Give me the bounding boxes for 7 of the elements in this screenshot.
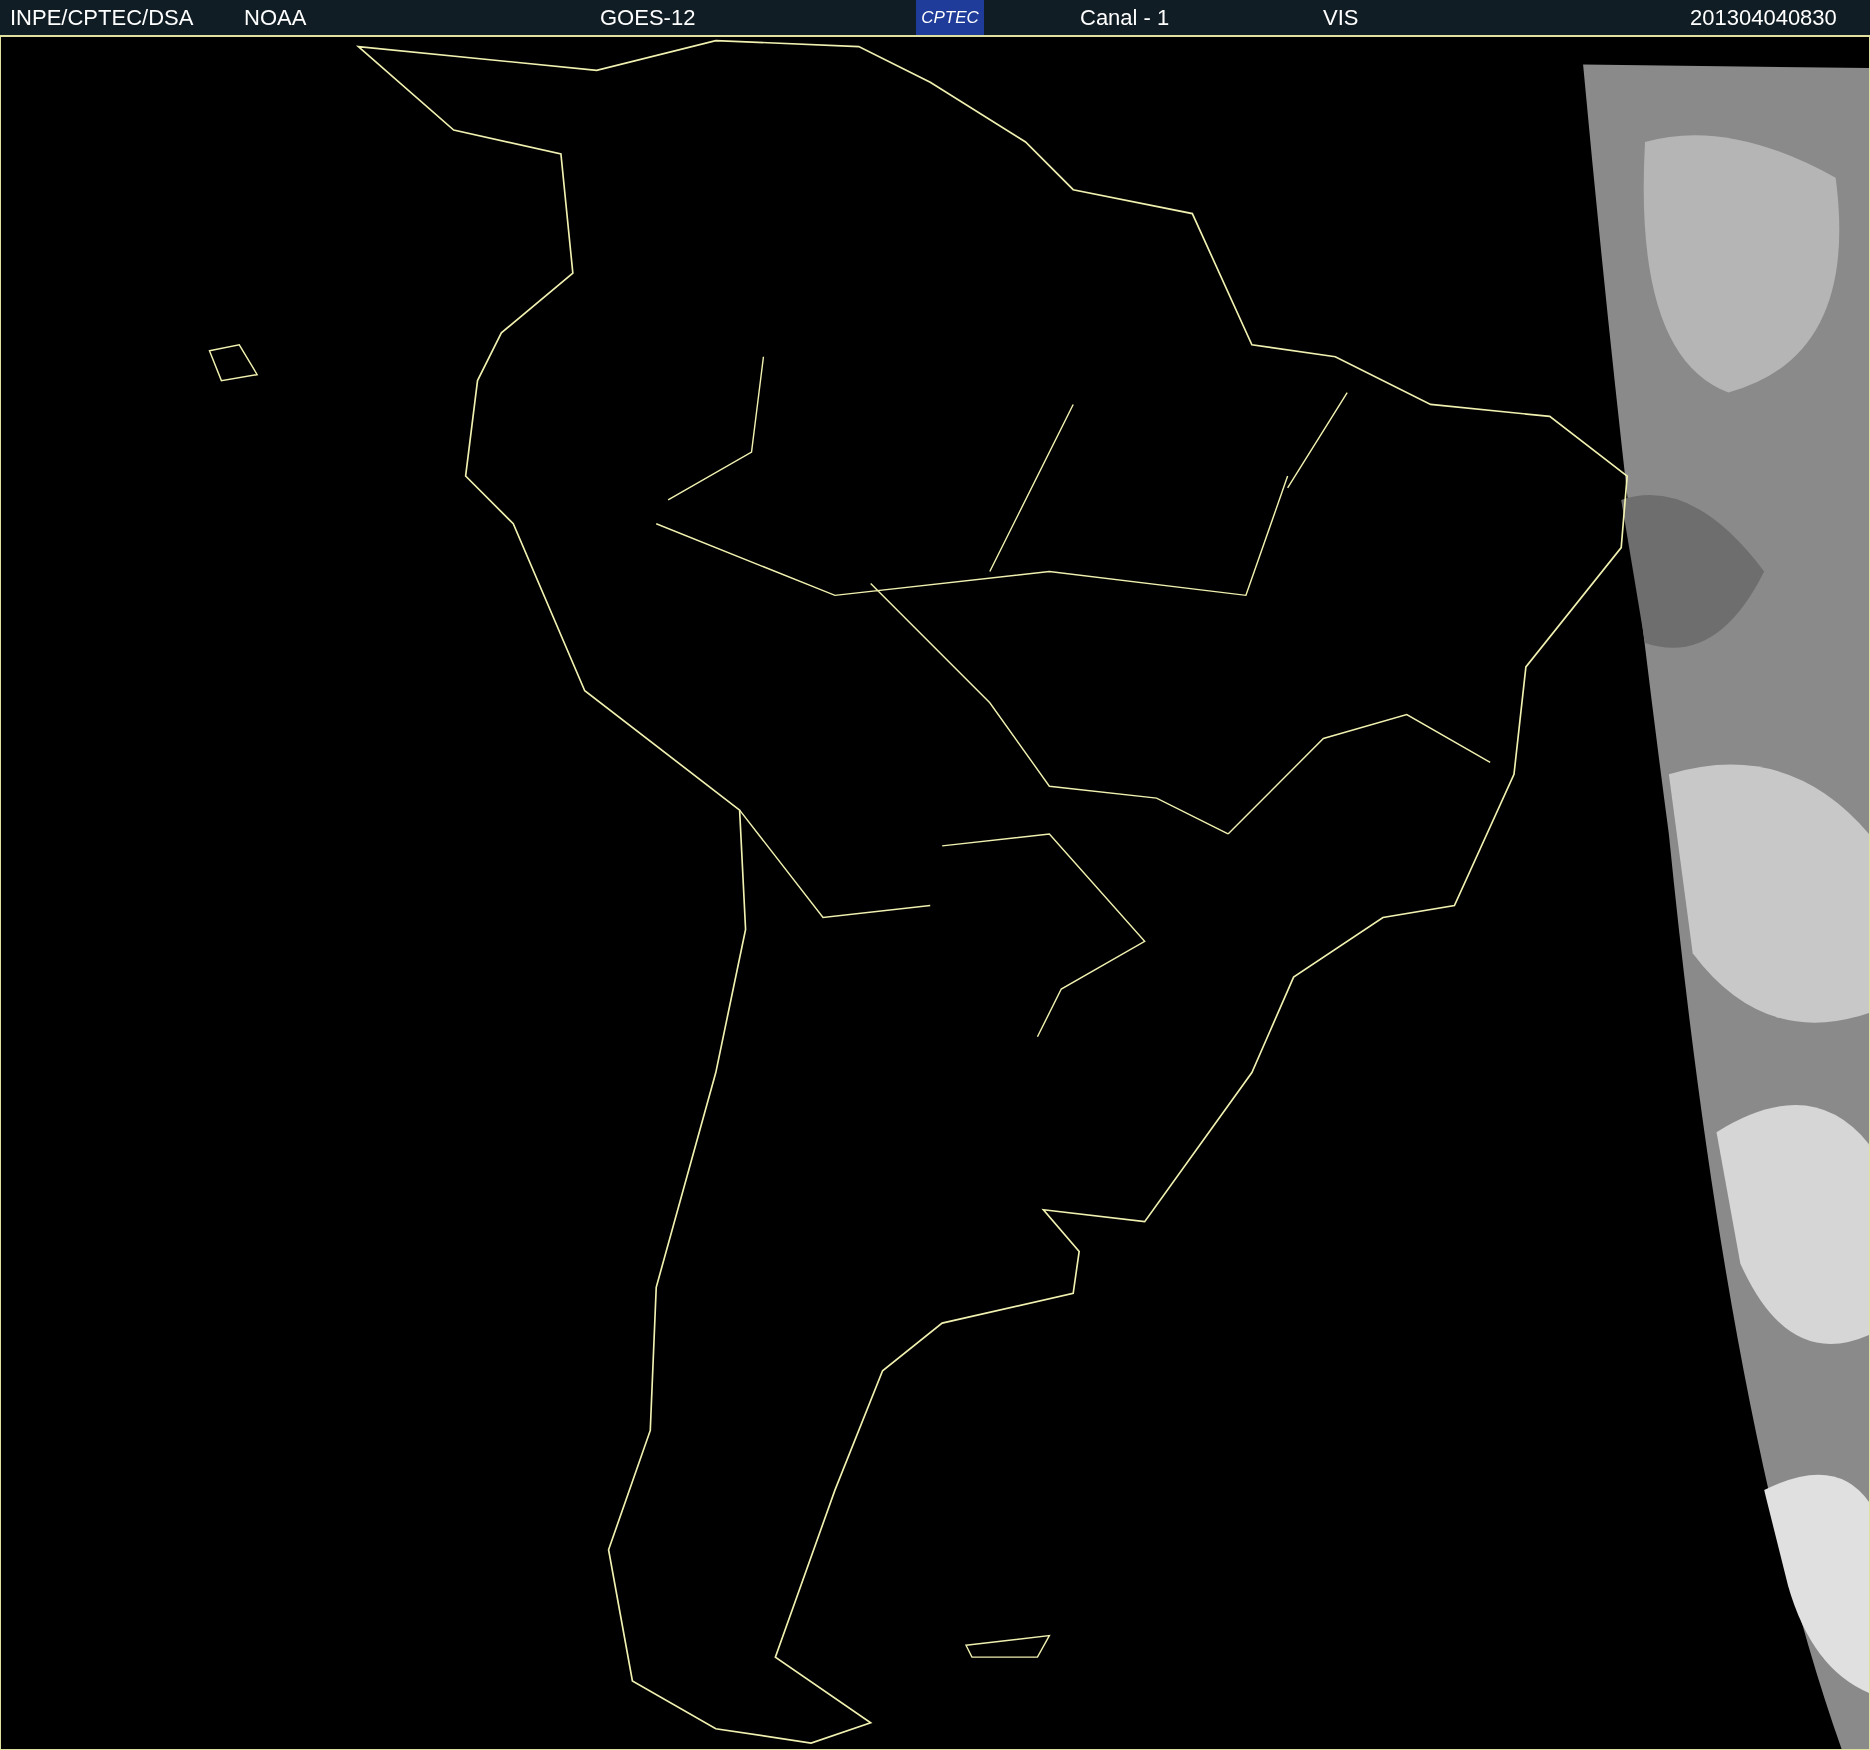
logo: CPTEC (916, 0, 984, 35)
satellite-label: GOES-12 (600, 4, 696, 32)
band-label: VIS (1323, 4, 1359, 32)
agency-label: INPE/CPTEC/DSA (10, 4, 194, 32)
agency-label: NOAA (244, 4, 307, 32)
timestamp-label: 201304040830 (1690, 4, 1837, 32)
channel-label: Canal - 1 (1080, 4, 1170, 32)
